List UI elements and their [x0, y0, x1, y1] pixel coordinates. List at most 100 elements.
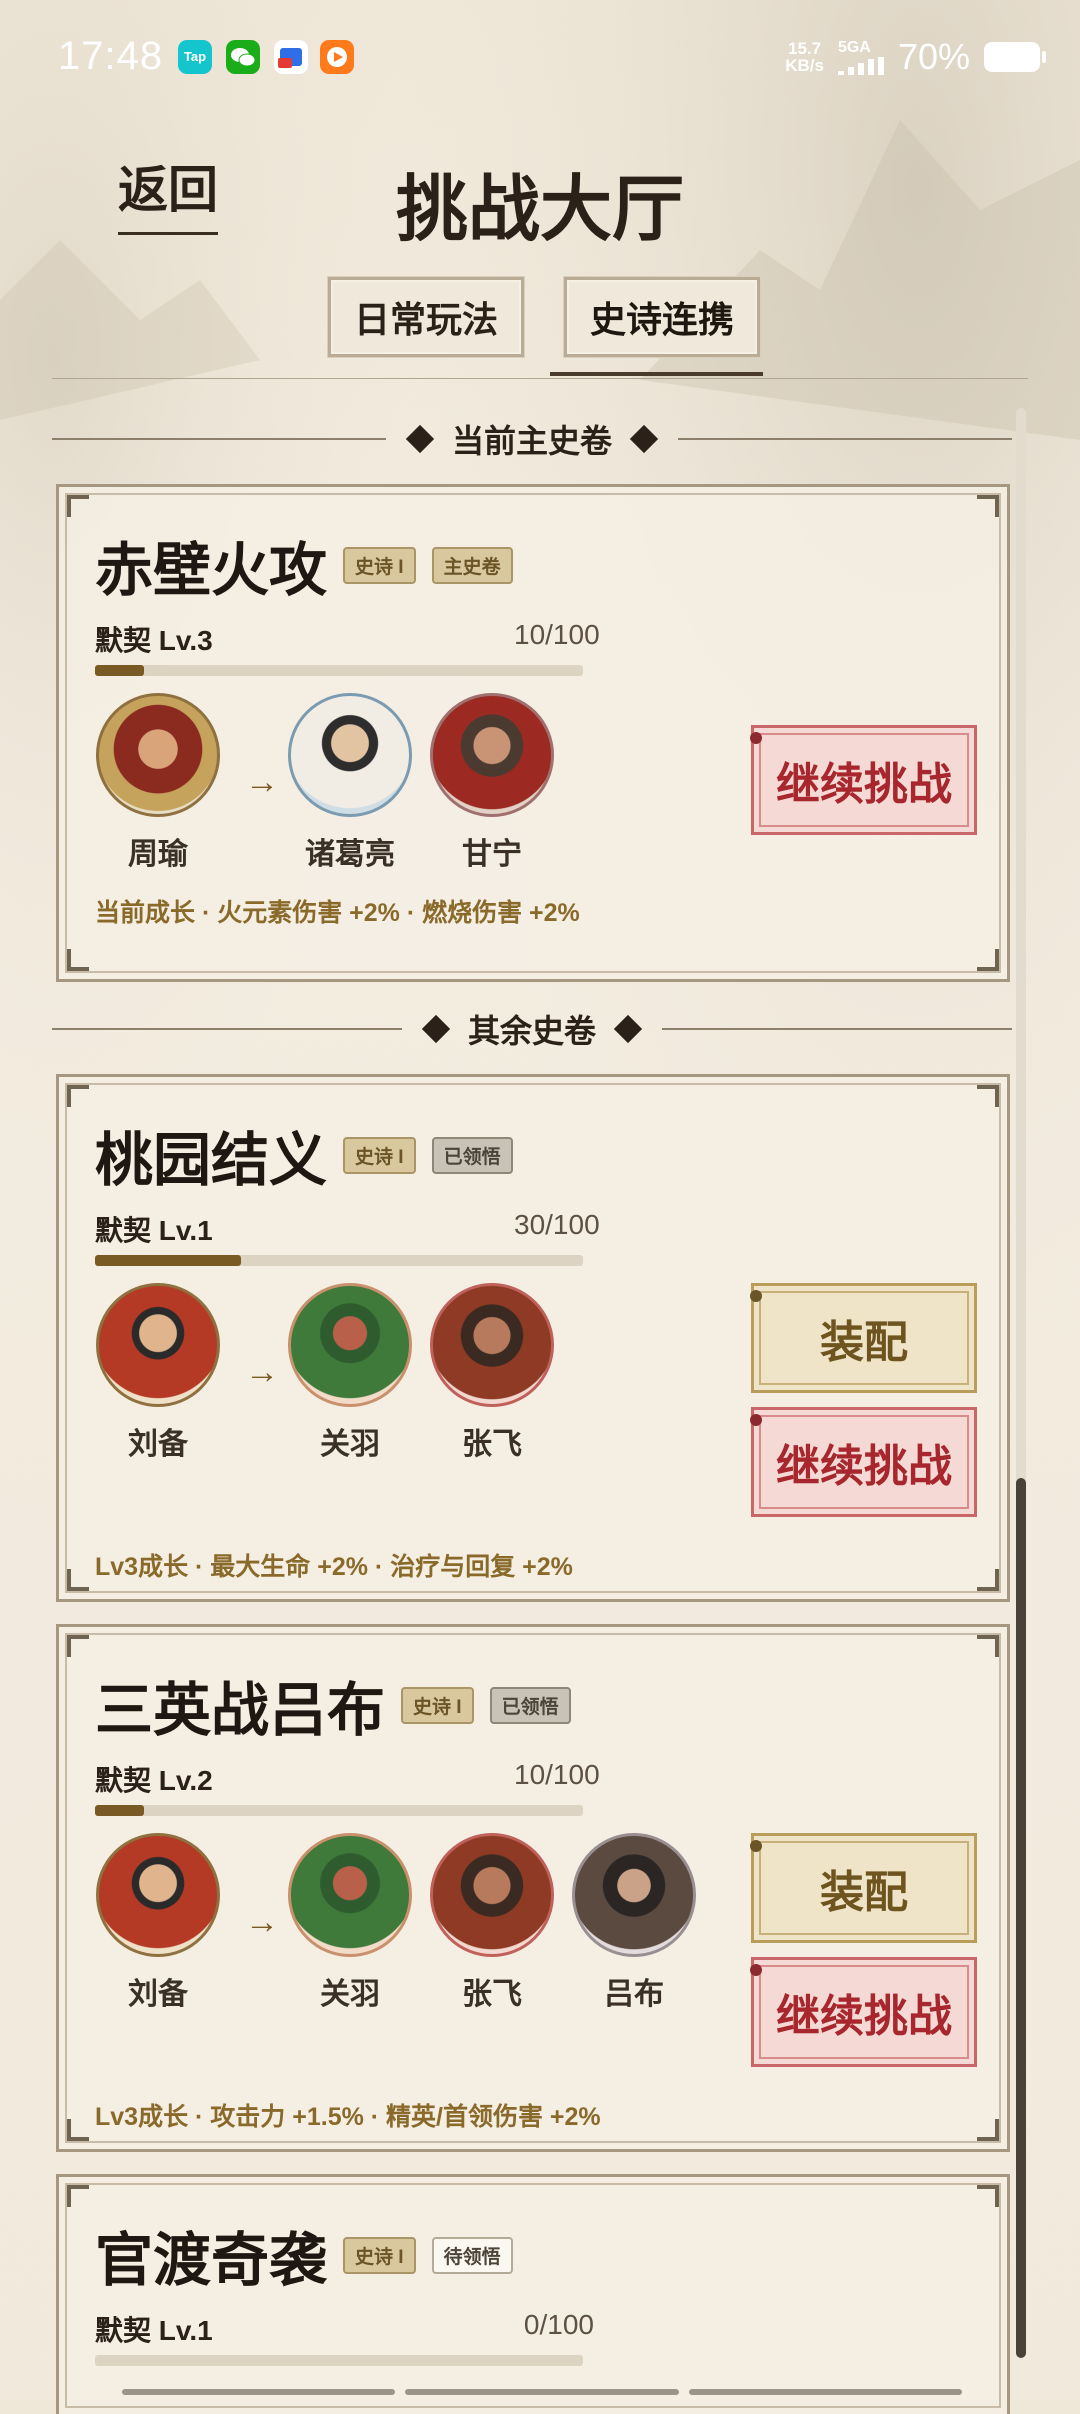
- hero-name: 周瑜: [128, 838, 188, 871]
- card-title: 官渡奇袭 史诗 I 待领悟: [95, 2213, 513, 2297]
- hero-portrait: [430, 693, 554, 817]
- cloud-app-icon: [274, 40, 308, 74]
- network-speed: 15.7 KB/s: [785, 40, 824, 74]
- button-label: 继续挑战: [776, 1441, 952, 1492]
- diamond-icon: [613, 1014, 643, 1044]
- progress-fill: [95, 1805, 144, 1816]
- bond-progress-text: 30/100: [514, 1209, 600, 1240]
- tab-epic-combo[interactable]: 史诗连携: [564, 277, 760, 357]
- card-title: 三英战吕布 史诗 I 已领悟: [95, 1663, 571, 1747]
- hero-portrait: [288, 693, 412, 817]
- card-title-text: 官渡奇袭: [95, 2226, 328, 2294]
- hero-liubei[interactable]: 刘备: [93, 1283, 223, 1463]
- status-right: 15.7 KB/s 5GA 70%: [785, 36, 1046, 78]
- epic-tag: 史诗 I: [343, 546, 416, 584]
- diamond-icon: [421, 1014, 451, 1044]
- continue-challenge-button[interactable]: 继续挑战: [750, 725, 977, 835]
- hero-portrait: [96, 1833, 220, 1957]
- status-bar: 17:48 Tap 15.7 KB/s 5GA 70%: [0, 0, 1080, 120]
- growth-bonus: 当前成长 · 火元素伤害 +2% · 燃烧伤害 +2%: [95, 899, 580, 927]
- signal-label: 5GA: [837, 39, 871, 56]
- continue-challenge-button[interactable]: 继续挑战: [750, 1957, 977, 2067]
- progress-fill: [95, 665, 144, 676]
- bond-level: 默契 Lv.3: [95, 625, 213, 656]
- hero-name: 刘备: [128, 1978, 188, 2011]
- bond-progress-bar: [95, 665, 583, 676]
- hero-ganning[interactable]: 甘宁: [427, 693, 557, 873]
- growth-bonus: Lv3成长 · 最大生命 +2% · 治疗与回复 +2%: [95, 1553, 573, 1581]
- card-title-text: 赤壁火攻: [95, 536, 328, 604]
- scrollbar-thumb[interactable]: [1016, 1478, 1026, 2358]
- button-label: 继续挑战: [776, 759, 952, 810]
- back-button[interactable]: 返回: [118, 150, 218, 235]
- hero-guanyu[interactable]: 关羽: [285, 1833, 415, 2013]
- wechat-icon: [226, 40, 260, 74]
- arrow-right-icon: →: [245, 1903, 279, 1941]
- bond-progress-text: 10/100: [514, 619, 600, 650]
- taptap-icon: Tap: [178, 40, 212, 74]
- hero-guanyu[interactable]: 关羽: [285, 1283, 415, 1463]
- hero-zhangfei[interactable]: 张飞: [427, 1283, 557, 1463]
- tab-bar: 日常玩法 史诗连携: [328, 277, 760, 357]
- bond-progress-bar: [95, 1805, 583, 1816]
- arrow-right-icon: →: [245, 763, 279, 801]
- gesture-bar: [122, 2389, 962, 2395]
- network-speed-unit: KB/s: [785, 56, 824, 75]
- hero-portrait: [430, 1283, 554, 1407]
- progress-fill: [95, 1255, 242, 1266]
- hero-portrait: [572, 1833, 696, 1957]
- bond-progress-bar: [95, 2355, 583, 2366]
- battery-icon: [984, 42, 1046, 72]
- hero-lvbu[interactable]: 吕布: [569, 1833, 699, 2013]
- hero-liubei[interactable]: 刘备: [93, 1833, 223, 2013]
- epic-tag: 史诗 I: [343, 1136, 416, 1174]
- hero-zhouyu[interactable]: 周瑜: [93, 693, 223, 873]
- network-speed-value: 15.7: [788, 39, 822, 58]
- hero-portrait: [96, 693, 220, 817]
- bond-progress-bar: [95, 1255, 583, 1266]
- card-title-text: 三英战吕布: [95, 1676, 386, 1744]
- card-title: 桃园结义 史诗 I 已领悟: [95, 1113, 513, 1197]
- section-current-header: 当前主史卷: [52, 414, 1013, 464]
- bond-level: 默契 Lv.1: [95, 2315, 213, 2346]
- bond-level: 默契 Lv.1: [95, 1215, 213, 1246]
- scroll-card-guandu: 官渡奇袭 史诗 I 待领悟 默契 Lv.1 0/100: [56, 2174, 1010, 2414]
- bond-progress-text: 10/100: [514, 1759, 600, 1790]
- bond-progress-text: 0/100: [523, 2309, 594, 2340]
- card-title: 赤壁火攻 史诗 I 主史卷: [95, 523, 513, 607]
- battery-percent: 70%: [897, 36, 970, 77]
- equip-button[interactable]: 装配: [750, 1283, 977, 1393]
- signal-bars-icon: [837, 57, 884, 75]
- signal-indicator: 5GA: [837, 39, 884, 75]
- tab-daily[interactable]: 日常玩法: [328, 277, 524, 357]
- hero-name: 刘备: [128, 1428, 188, 1461]
- growth-bonus: Lv3成长 · 攻击力 +1.5% · 精英/首领伤害 +2%: [95, 2103, 601, 2131]
- hero-zhangfei[interactable]: 张飞: [427, 1833, 557, 2013]
- scrollbar[interactable]: [1016, 408, 1026, 2358]
- diamond-icon: [405, 424, 435, 454]
- hero-name: 张飞: [462, 1978, 522, 2011]
- continue-challenge-button[interactable]: 继续挑战: [750, 1407, 977, 1517]
- section-others-header: 其余史卷: [52, 1004, 1013, 1054]
- button-label: 装配: [820, 1867, 908, 1918]
- hero-name: 关羽: [320, 1428, 380, 1461]
- hero-zhugeliang[interactable]: 诸葛亮: [285, 693, 415, 873]
- scroll-card-chibi: 赤壁火攻 史诗 I 主史卷 默契 Lv.3 10/100 周瑜 → 诸葛亮 甘宁…: [56, 484, 1010, 982]
- active-tab-indicator: [550, 372, 763, 376]
- header-divider: [52, 378, 1028, 379]
- comprehended-tag: 已领悟: [489, 1686, 571, 1724]
- status-time: 17:48: [58, 34, 164, 78]
- equip-button[interactable]: 装配: [750, 1833, 977, 1943]
- arrow-right-icon: →: [245, 1353, 279, 1391]
- comprehended-tag: 已领悟: [431, 1136, 513, 1174]
- section-current-label: 当前主史卷: [452, 422, 613, 460]
- hero-name: 关羽: [320, 1978, 380, 2011]
- hero-portrait: [96, 1283, 220, 1407]
- hero-name: 吕布: [604, 1978, 664, 2011]
- button-label: 继续挑战: [776, 1991, 952, 2042]
- hero-name: 甘宁: [462, 838, 522, 871]
- epic-tag: 史诗 I: [401, 1686, 474, 1724]
- diamond-icon: [629, 424, 659, 454]
- scroll-card-taoyuan: 桃园结义 史诗 I 已领悟 默契 Lv.1 30/100 刘备 → 关羽 张飞 …: [56, 1074, 1010, 1602]
- epic-tag: 史诗 I: [343, 2236, 416, 2274]
